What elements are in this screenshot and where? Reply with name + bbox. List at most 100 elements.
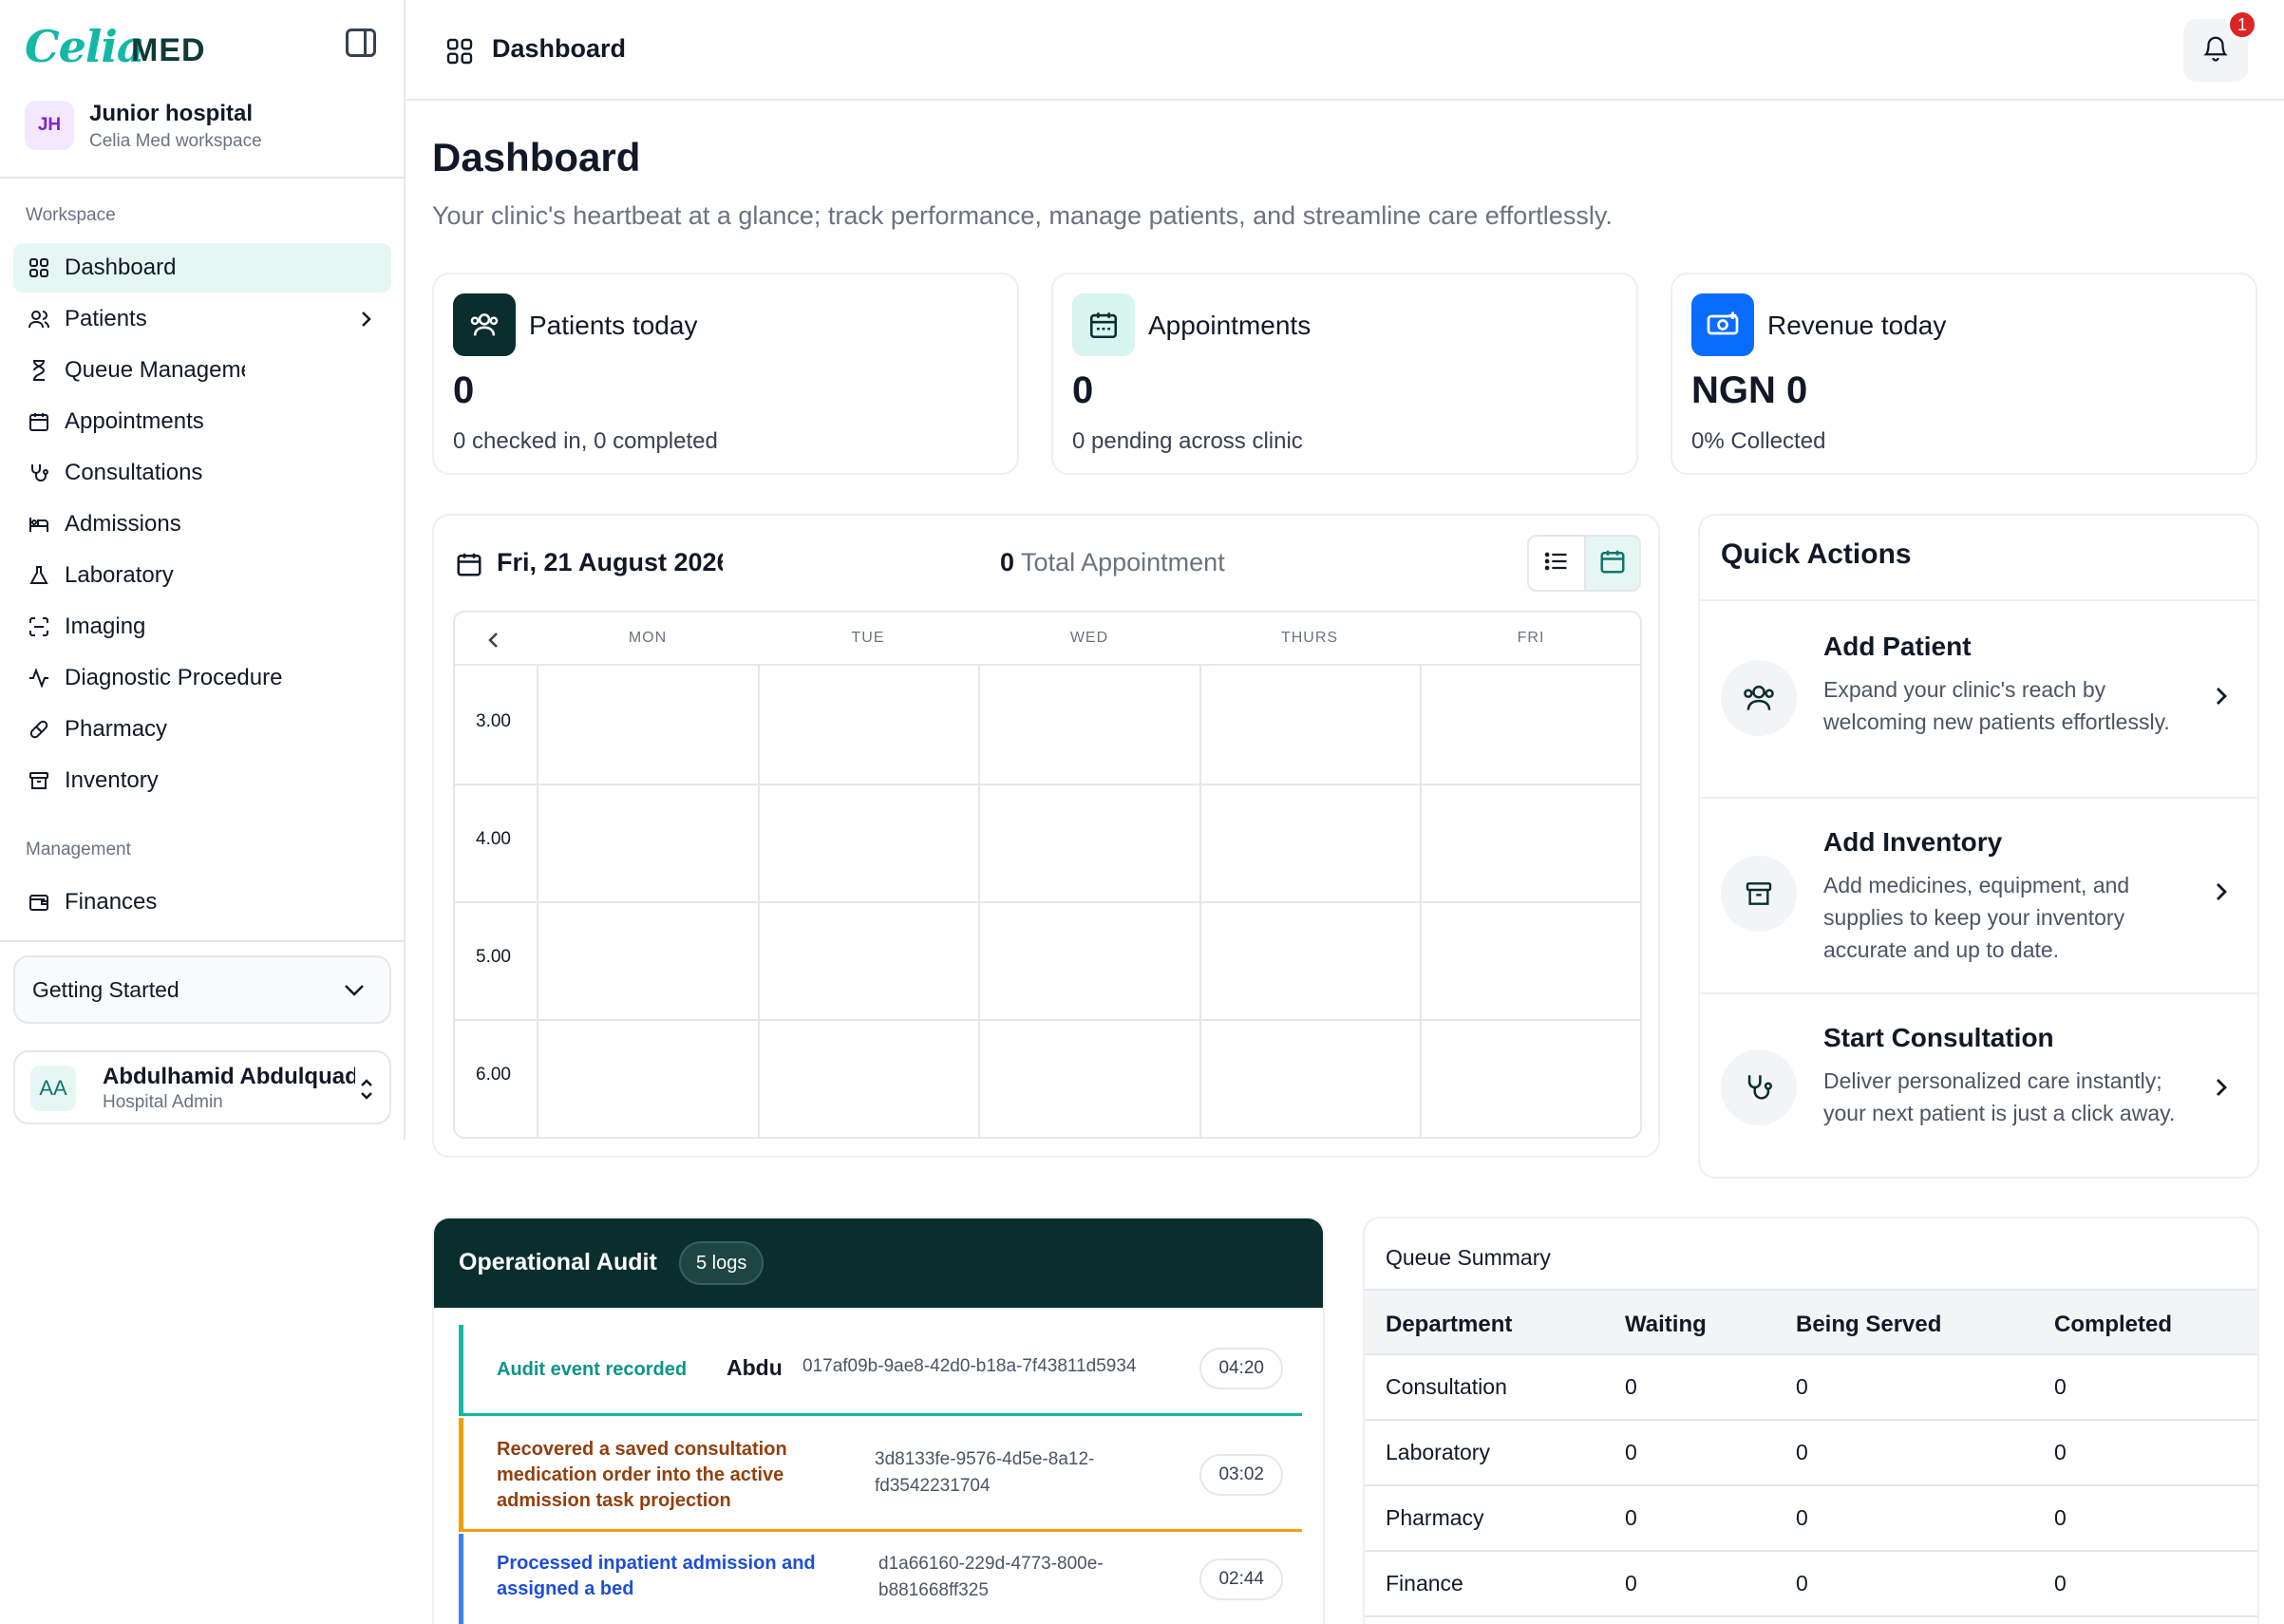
table-cell: 0 (2054, 1374, 2067, 1399)
calendar-icon (455, 550, 483, 583)
audit-message: Processed inpatient admission and assign… (497, 1553, 816, 1599)
table-row[interactable]: Laboratory 0 0 0 (1365, 1421, 2257, 1486)
sidebar: Celia MED JH Junior hospital Celia Med w… (0, 0, 406, 1140)
calendar-week-header: MON TUE WED THURS FRI (455, 613, 1640, 666)
notification-badge: 1 (2227, 9, 2257, 40)
sidebar-item-laboratory[interactable]: Laboratory (13, 551, 391, 600)
chevron-right-icon (2212, 878, 2231, 910)
topbar: Dashboard 1 (406, 0, 2284, 101)
sidebar-item-finances[interactable]: Finances (13, 878, 391, 927)
table-row[interactable]: Finance 0 0 0 (1365, 1552, 2257, 1617)
table-row[interactable]: Consultation 0 0 0 (1365, 1355, 2257, 1421)
quick-action-add-patient[interactable]: Add Patient Expand your clinic's reach b… (1700, 601, 2257, 797)
calendar-view-button[interactable] (1584, 537, 1639, 590)
quick-action-title: Add Inventory (1823, 827, 2003, 857)
sidebar-item-patients[interactable]: Patients (13, 294, 391, 344)
table-row[interactable]: Pharmacy 0 0 0 (1365, 1486, 2257, 1552)
stat-label: Revenue today (1767, 311, 1947, 340)
audit-message: Recovered a saved consultation medicatio… (497, 1439, 787, 1511)
table-cell: 0 (1796, 1571, 1808, 1596)
list-view-button[interactable] (1529, 537, 1584, 590)
grid-line (537, 666, 538, 1137)
quick-action-title: Add Patient (1823, 632, 1972, 661)
sidebar-item-label: Inventory (65, 767, 159, 793)
getting-started-dropdown[interactable]: Getting Started (13, 955, 391, 1024)
sidebar-toggle-icon[interactable] (346, 28, 376, 57)
wallet-icon (27, 890, 51, 915)
chevron-up-down-icon (359, 1077, 374, 1106)
table-cell: 0 (2054, 1440, 2067, 1464)
audit-record-id: 017af09b-9ae8-42d0-b18a-7f43811d5934 (802, 1356, 1137, 1376)
sidebar-item-pharmacy[interactable]: Pharmacy (13, 705, 391, 754)
table-cell: Pharmacy (1386, 1505, 1484, 1530)
stat-value: 0 (453, 369, 475, 411)
sidebar-item-admissions[interactable]: Admissions (13, 500, 391, 549)
quick-actions-panel: Quick Actions Add Patient Expand your cl… (1698, 514, 2259, 1179)
user-menu[interactable]: AA Abdulhamid Abdulquadri Hospital Admin (13, 1050, 391, 1124)
calendar-date[interactable]: Fri, 21 August 2026 (497, 548, 723, 577)
audit-header: Operational Audit 5 logs (434, 1218, 1323, 1308)
audit-time: 03:02 (1199, 1454, 1283, 1496)
page-subtitle: Your clinic's heartbeat at a glance; tra… (432, 201, 1613, 230)
time-slot-label: 4.00 (476, 829, 511, 849)
table-cell: 0 (1625, 1440, 1637, 1464)
operational-audit-panel: Operational Audit 5 logs Audit event rec… (432, 1217, 1325, 1624)
time-slot-label: 3.00 (476, 711, 511, 731)
audit-row-border (459, 1529, 1302, 1532)
divider (0, 940, 406, 942)
quick-action-start-consultation[interactable]: Start Consultation Deliver personalized … (1700, 992, 2257, 1188)
table-header-row: Department Waiting Being Served Complete… (1365, 1289, 2257, 1355)
getting-started-label: Getting Started (32, 976, 179, 1002)
time-slot-label: 5.00 (476, 947, 511, 967)
audit-message: Audit event recorded (497, 1359, 688, 1380)
stat-card-appointments[interactable]: Appointments 0 0 pending across clinic (1051, 273, 1638, 475)
bell-icon (2201, 34, 2230, 67)
audit-time: 04:20 (1199, 1348, 1283, 1389)
audit-row[interactable]: Recovered a saved consultation medicatio… (459, 1418, 1302, 1532)
grid-line (1199, 666, 1201, 1137)
quick-action-add-inventory[interactable]: Add Inventory Add medicines, equipment, … (1700, 797, 2257, 992)
sidebar-item-label: Dashboard (65, 255, 177, 280)
audit-title: Operational Audit (459, 1249, 657, 1275)
column-header: Department (1386, 1312, 1513, 1337)
sidebar-item-label: Pharmacy (65, 716, 168, 742)
sidebar-item-label: Admissions (65, 511, 181, 537)
workspace-avatar: JH (25, 101, 74, 150)
grid-line (455, 901, 1640, 903)
appointment-calendar: Fri, 21 August 2026 0 Total Appointment … (432, 514, 1660, 1158)
sidebar-item-diagnostic-procedure[interactable]: Diagnostic Procedure (13, 653, 391, 703)
chevron-left-icon[interactable] (485, 630, 502, 655)
breadcrumb: Dashboard (492, 34, 627, 63)
sidebar-item-dashboard[interactable]: Dashboard (13, 243, 391, 293)
calendar-icon (27, 409, 51, 434)
audit-row[interactable]: Audit event recorded Abdu 017af09b-9ae8-… (459, 1325, 1302, 1416)
workspace-switcher[interactable]: JH Junior hospital Celia Med workspace (25, 99, 386, 156)
sidebar-item-consultations[interactable]: Consultations (13, 448, 391, 498)
avatar: AA (30, 1066, 76, 1111)
divider (0, 177, 406, 179)
sidebar-item-appointments[interactable]: Appointments (13, 397, 391, 446)
day-label: FRI (1517, 630, 1545, 646)
brand-logo[interactable]: Celia MED (25, 21, 376, 74)
grid-line (1420, 666, 1422, 1137)
section-label-workspace: Workspace (26, 205, 116, 225)
stat-card-patients-today[interactable]: Patients today 0 0 checked in, 0 complet… (432, 273, 1019, 475)
cash-icon (1691, 293, 1754, 356)
workspace-subtitle: Celia Med workspace (89, 131, 262, 151)
audit-row-border (459, 1413, 1302, 1416)
grid-line (455, 784, 1640, 785)
sidebar-item-inventory[interactable]: Inventory (13, 756, 391, 805)
audit-row[interactable]: Processed inpatient admission and assign… (459, 1534, 1302, 1624)
user-role: Hospital Admin (103, 1092, 223, 1112)
calendar-icon (1072, 293, 1135, 356)
table-cell: 0 (1625, 1505, 1637, 1530)
sidebar-item-imaging[interactable]: Imaging (13, 602, 391, 651)
logo-text-secondary: MED (131, 32, 206, 68)
chevron-down-icon (342, 980, 367, 1007)
audit-log-count-badge: 5 logs (679, 1241, 764, 1285)
stat-label: Appointments (1148, 311, 1312, 340)
stat-card-revenue-today[interactable]: Revenue today NGN 0 0% Collected (1671, 273, 2257, 475)
notifications-button[interactable]: 1 (2183, 9, 2257, 82)
sidebar-item-queue-management[interactable]: Queue Management (13, 346, 391, 395)
day-label: TUE (851, 630, 885, 646)
